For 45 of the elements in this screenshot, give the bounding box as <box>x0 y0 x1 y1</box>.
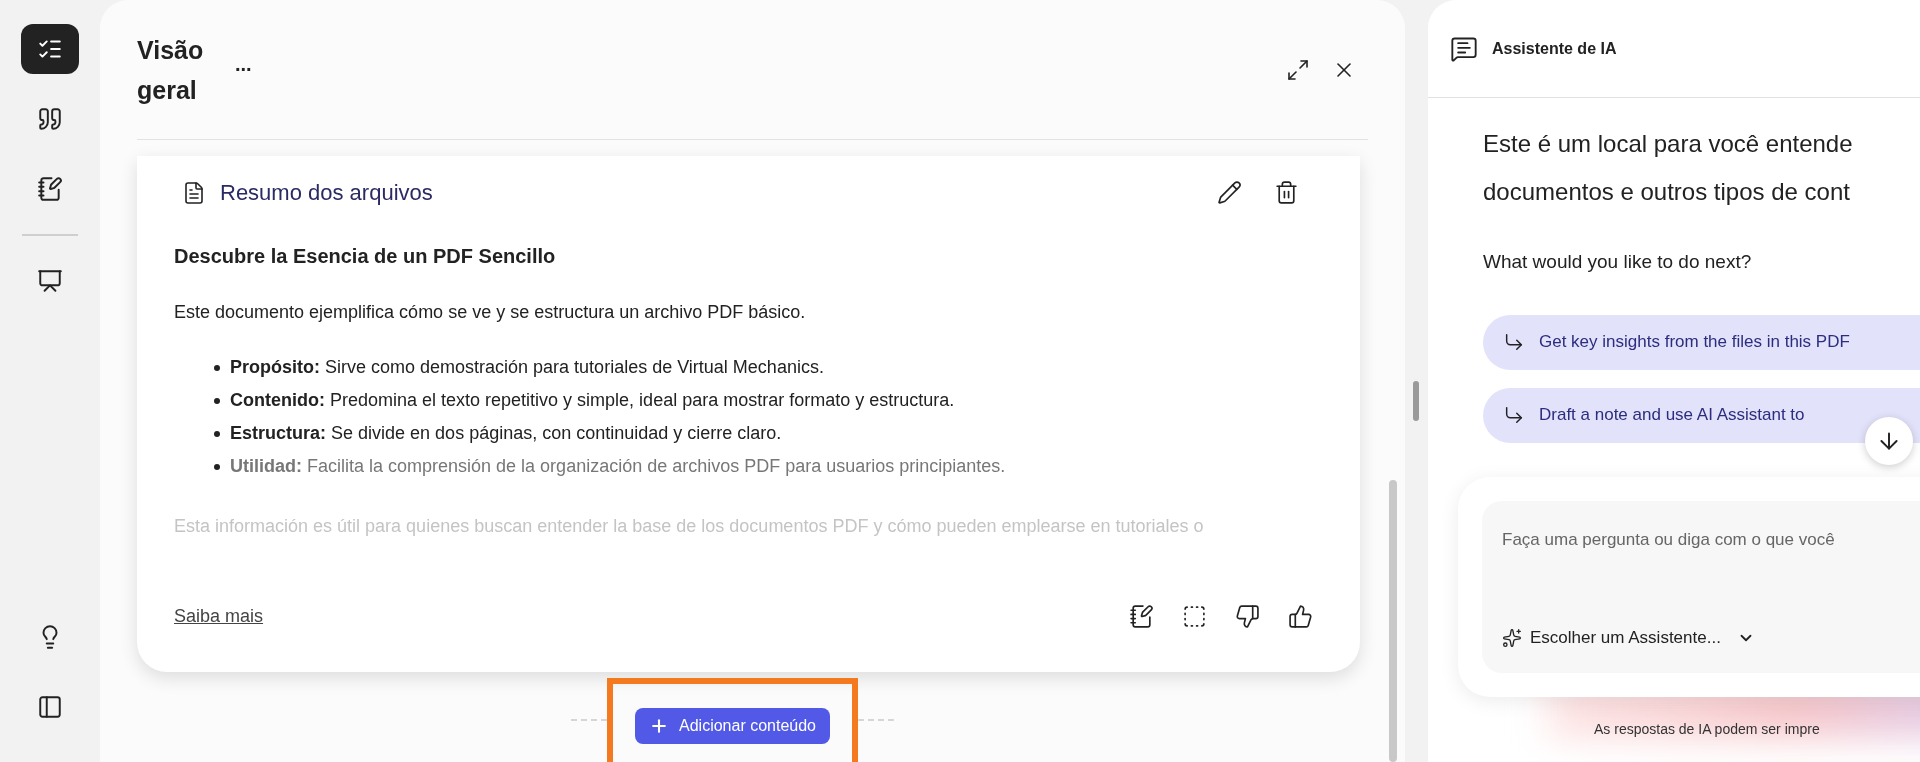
splitter-handle[interactable] <box>1413 381 1419 421</box>
intro-line: documentos e outros tipos de cont <box>1483 177 1851 207</box>
summary-bullet: Contenido: Predomina el texto repetitivo y simple, ideal para mostrar formato y estructura. <box>214 389 1323 412</box>
card-title: Resumo dos arquivos <box>220 179 433 207</box>
summary-bullet: Estructura: Se divide en dos páginas, con continuidad y cierre claro. <box>214 422 1323 445</box>
suggestion-chip[interactable]: Get key insights from the files in this PDF <box>1483 314 1920 370</box>
assistant-title: Assistente de IA <box>1492 38 1617 59</box>
summary-icon <box>182 180 206 205</box>
more-button[interactable]: ... <box>235 48 252 79</box>
summary-bullet: Propósito: Sirve como demostración para tutoriales de Virtual Mechanics. <box>214 356 1323 379</box>
document-pen-icon <box>37 176 63 202</box>
copy-icon <box>1182 604 1207 629</box>
document-pen-icon <box>1129 604 1154 629</box>
summary-heading: Descubre la Esencia de un PDF Sencillo <box>174 244 557 269</box>
expand-icon <box>1286 57 1310 82</box>
document-pen-button[interactable] <box>1129 604 1154 629</box>
thumbs-down-icon <box>1235 604 1260 629</box>
sparkle-icon <box>1502 627 1522 648</box>
summary-closing: Esta información es útil para quienes buscan entender la base de los documentos PDF y cómo pueden emplearse en tutoriales o <box>174 515 1205 538</box>
pencil-icon <box>1217 180 1242 205</box>
question-input[interactable]: Faça uma pergunta ou diga com o que você <box>1502 526 1920 552</box>
intro-line: Este é um local para você entende <box>1483 129 1854 159</box>
delete-button[interactable] <box>1274 180 1299 205</box>
scroll-down-button[interactable] <box>1865 417 1913 465</box>
plus-icon <box>649 716 669 736</box>
disclaimer: As respostas de IA podem ser impre <box>1594 719 1821 739</box>
suggestion-chip[interactable]: Draft a note and use AI Assistant to <box>1483 387 1920 443</box>
summary-intro: Este documento ejemplifica cómo se ve y se estructura un archivo PDF básico. <box>174 301 807 324</box>
add-content-button[interactable]: Adicionar conteúdo <box>635 708 830 744</box>
thumbs-up-icon <box>1288 604 1313 629</box>
thumbs-down-button[interactable] <box>1235 604 1260 629</box>
copy-button[interactable] <box>1182 604 1207 629</box>
next-question: What would you like to do next? <box>1483 250 1753 274</box>
panel-icon <box>37 694 63 720</box>
summary-bullet: Utilidad: Facilita la comprensión de la organización de archivos PDF para usuarios principiantes. <box>214 455 1323 478</box>
learn-more-link[interactable]: Saiba mais <box>174 603 264 630</box>
trash-icon <box>1274 180 1299 205</box>
presentation-icon <box>37 268 63 294</box>
assistant-picker[interactable]: Escolher um Assistente... <box>1502 625 1920 651</box>
expand-button[interactable] <box>1286 57 1310 82</box>
panel-title: Visão geral <box>137 34 205 106</box>
edit-button[interactable] <box>1217 180 1242 205</box>
reply-arrow-icon <box>1503 404 1525 426</box>
thumbs-up-button[interactable] <box>1288 604 1313 629</box>
reply-arrow-icon <box>1503 331 1525 353</box>
